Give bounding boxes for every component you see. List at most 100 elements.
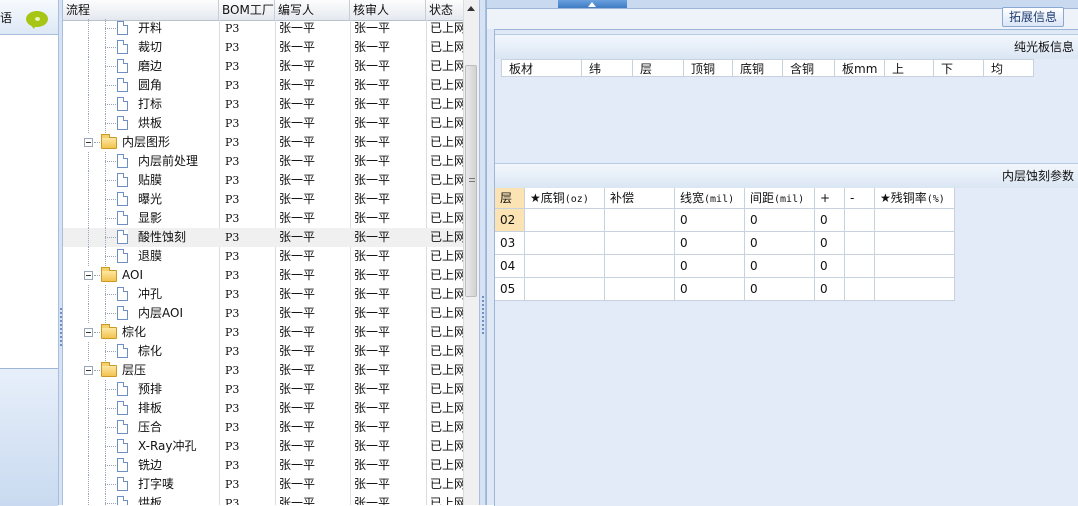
detail-toolbar bbox=[487, 9, 1078, 29]
etch-row-layer[interactable]: 05 bbox=[495, 278, 525, 301]
etch-cell-spacing[interactable]: 0 bbox=[745, 255, 815, 278]
collapse-node-icon[interactable] bbox=[84, 328, 93, 337]
tree-row[interactable]: 压合 P3 张一平 张一平 已上网 bbox=[63, 418, 463, 437]
tree-row[interactable]: 打字唛 P3 张一平 张一平 已上网 bbox=[63, 475, 463, 494]
tree-row[interactable]: 圆角 P3 张一平 张一平 已上网 bbox=[63, 76, 463, 95]
tree-row[interactable]: 贴膜 P3 张一平 张一平 已上网 bbox=[63, 171, 463, 190]
etch-cell-plus[interactable]: 0 bbox=[815, 232, 845, 255]
etch-cell-comp[interactable] bbox=[605, 255, 675, 278]
main-splitter[interactable] bbox=[479, 0, 486, 505]
etch-cell-line-width[interactable]: 0 bbox=[675, 278, 745, 301]
tree-folder-row[interactable]: 层压 P3 张一平 张一平 已上网 bbox=[63, 361, 463, 380]
column-header-process[interactable]: 流程 bbox=[63, 0, 219, 20]
etch-cell-comp[interactable] bbox=[605, 232, 675, 255]
etch-cell-residual[interactable] bbox=[875, 232, 955, 255]
column-header-reviewer[interactable]: 核审人 bbox=[350, 0, 426, 20]
scroll-up-arrow-icon[interactable] bbox=[464, 0, 479, 17]
document-icon bbox=[117, 401, 128, 415]
tree-row[interactable]: 烘板 P3 张一平 张一平 已上网 bbox=[63, 494, 463, 505]
tree-row[interactable]: 酸性蚀刻 P3 张一平 张一平 已上网 bbox=[63, 228, 463, 247]
etch-row-layer[interactable]: 04 bbox=[495, 255, 525, 278]
tree-row[interactable]: 棕化 P3 张一平 张一平 已上网 bbox=[63, 342, 463, 361]
tree-folder-row[interactable]: 内层图形 P3 张一平 张一平 已上网 bbox=[63, 133, 463, 152]
column-header-status[interactable]: 状态 bbox=[426, 0, 463, 20]
bare-board-column-header[interactable]: 含铜 bbox=[783, 59, 835, 77]
bare-board-column-header[interactable]: 均 bbox=[984, 59, 1034, 77]
bare-board-column-header[interactable]: 板mm bbox=[835, 59, 885, 77]
bare-board-column-header[interactable]: 底铜 bbox=[733, 59, 783, 77]
bom-factory-cell: P3 bbox=[225, 136, 240, 149]
tree-row[interactable]: 内层AOI P3 张一平 张一平 已上网 bbox=[63, 304, 463, 323]
collapse-toggle-icon[interactable] bbox=[558, 0, 627, 8]
etch-cell-spacing[interactable]: 0 bbox=[745, 232, 815, 255]
bare-board-column-header[interactable]: 层 bbox=[633, 59, 684, 77]
etch-cell-line-width[interactable]: 0 bbox=[675, 255, 745, 278]
tree-node-label: 层压 bbox=[122, 363, 147, 377]
bom-factory-cell: P3 bbox=[225, 174, 240, 187]
etch-row-layer[interactable]: 03 bbox=[495, 232, 525, 255]
etch-row-layer[interactable]: 02 bbox=[495, 209, 525, 232]
tree-row[interactable]: 曝光 P3 张一平 张一平 已上网 bbox=[63, 190, 463, 209]
scrollbar-thumb[interactable] bbox=[465, 65, 477, 297]
etch-cell-spacing[interactable]: 0 bbox=[745, 278, 815, 301]
etch-column-header[interactable]: 线宽(mil) bbox=[675, 188, 745, 209]
tree-row[interactable]: 开料 P3 张一平 张一平 已上网 bbox=[63, 19, 463, 38]
tree-row[interactable]: 打标 P3 张一平 张一平 已上网 bbox=[63, 95, 463, 114]
tree-row[interactable]: 磨边 P3 张一平 张一平 已上网 bbox=[63, 57, 463, 76]
etch-cell-minus[interactable] bbox=[845, 278, 875, 301]
tree-row[interactable]: X-Ray冲孔 P3 张一平 张一平 已上网 bbox=[63, 437, 463, 456]
etch-column-header[interactable]: 层 bbox=[495, 188, 525, 209]
tree-row[interactable]: 烘板 P3 张一平 张一平 已上网 bbox=[63, 114, 463, 133]
etch-column-header[interactable]: 补偿 bbox=[605, 188, 675, 209]
etch-cell-residual[interactable] bbox=[875, 255, 955, 278]
tree-row[interactable]: 内层前处理 P3 张一平 张一平 已上网 bbox=[63, 152, 463, 171]
tree-folder-row[interactable]: AOI P3 张一平 张一平 已上网 bbox=[63, 266, 463, 285]
etch-cell-line-width[interactable]: 0 bbox=[675, 232, 745, 255]
etch-cell-plus[interactable]: 0 bbox=[815, 278, 845, 301]
tree-folder-row[interactable]: 棕化 P3 张一平 张一平 已上网 bbox=[63, 323, 463, 342]
etch-column-header[interactable]: ★底铜(oz) bbox=[525, 188, 605, 209]
bare-board-column-header[interactable]: 纬 bbox=[582, 59, 633, 77]
etch-cell-plus[interactable]: 0 bbox=[815, 255, 845, 278]
etch-column-header[interactable]: 间距(mil) bbox=[745, 188, 815, 209]
column-header-bom-factory[interactable]: BOM工厂 bbox=[219, 0, 275, 20]
bare-board-column-header[interactable]: 下 bbox=[934, 59, 984, 77]
etch-cell-comp[interactable] bbox=[605, 209, 675, 232]
etch-cell-line-width[interactable]: 0 bbox=[675, 209, 745, 232]
etch-cell-residual[interactable] bbox=[875, 209, 955, 232]
etch-cell-base-cu[interactable] bbox=[525, 232, 605, 255]
etch-cell-base-cu[interactable] bbox=[525, 278, 605, 301]
etch-cell-base-cu[interactable] bbox=[525, 255, 605, 278]
bare-board-column-header[interactable]: 板材 bbox=[501, 59, 582, 77]
bare-board-column-header[interactable]: 上 bbox=[885, 59, 934, 77]
comment-bubble-icon[interactable] bbox=[26, 11, 48, 29]
etch-cell-minus[interactable] bbox=[845, 232, 875, 255]
etch-cell-spacing[interactable]: 0 bbox=[745, 209, 815, 232]
collapse-node-icon[interactable] bbox=[84, 366, 93, 375]
tree-row[interactable]: 排板 P3 张一平 张一平 已上网 bbox=[63, 399, 463, 418]
etch-column-header[interactable]: ★残铜率(%) bbox=[875, 188, 955, 209]
etch-cell-base-cu[interactable] bbox=[525, 209, 605, 232]
etch-cell-minus[interactable] bbox=[845, 255, 875, 278]
column-header-writer[interactable]: 编写人 bbox=[275, 0, 350, 20]
tree-row[interactable]: 铣边 P3 张一平 张一平 已上网 bbox=[63, 456, 463, 475]
etch-column-header[interactable]: - bbox=[845, 188, 875, 209]
bare-board-column-header[interactable]: 顶铜 bbox=[684, 59, 733, 77]
collapse-node-icon[interactable] bbox=[84, 138, 93, 147]
collapse-node-icon[interactable] bbox=[84, 271, 93, 280]
etch-cell-residual[interactable] bbox=[875, 278, 955, 301]
tree-row[interactable]: 裁切 P3 张一平 张一平 已上网 bbox=[63, 38, 463, 57]
bom-factory-cell: P3 bbox=[225, 383, 240, 396]
tree-row[interactable]: 冲孔 P3 张一平 张一平 已上网 bbox=[63, 285, 463, 304]
etch-column-header[interactable]: + bbox=[815, 188, 845, 209]
etch-cell-comp[interactable] bbox=[605, 278, 675, 301]
extend-info-button[interactable]: 拓展信息 bbox=[1002, 7, 1064, 27]
tree-row[interactable]: 退膜 P3 张一平 张一平 已上网 bbox=[63, 247, 463, 266]
tree-row[interactable]: 显影 P3 张一平 张一平 已上网 bbox=[63, 209, 463, 228]
tree-row[interactable]: 预排 P3 张一平 张一平 已上网 bbox=[63, 380, 463, 399]
tree-vertical-scrollbar[interactable] bbox=[463, 0, 479, 505]
etch-cell-plus[interactable]: 0 bbox=[815, 209, 845, 232]
process-tree-grid: 流程 BOM工厂 编写人 核审人 状态 开料 P3 张一平 张一平 已上网 裁切 P3 张一平… bbox=[63, 0, 463, 505]
inner-etch-section-body: 层 ★底铜(oz) 补偿 线宽(mil) 间距(mil) + - ★残铜率(%) 02 0 0 0 03… bbox=[495, 188, 1078, 506]
etch-cell-minus[interactable] bbox=[845, 209, 875, 232]
